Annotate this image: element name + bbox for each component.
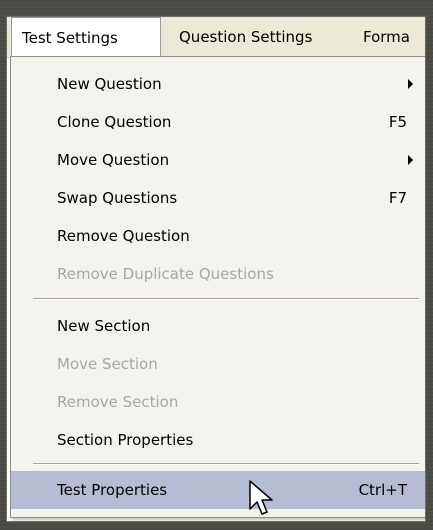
menu-item-section-properties[interactable]: Section Properties [11,421,425,459]
menu-item-label: Test Properties [57,481,168,499]
submenu-arrow-icon [408,155,413,165]
menu-test-settings-label: Test Settings [22,29,118,47]
menu-item-new-question[interactable]: New Question [11,65,425,103]
mouse-pointer-icon [249,480,273,515]
app-window: Test Settings Question Settings Forma Ne… [6,16,426,522]
menu-item-label: Swap Questions [57,189,178,207]
menu-test-settings[interactable]: Test Settings [11,17,161,57]
menu-item-new-section[interactable]: New Section [11,307,425,345]
menu-item-clone-question[interactable]: Clone Question F5 [11,103,425,141]
menu-question-settings[interactable]: Question Settings [179,17,312,57]
menu-item-label: Clone Question [57,113,172,131]
menu-item-label: Move Question [57,151,170,169]
menu-item-shortcut: F5 [388,113,407,131]
menu-item-swap-questions[interactable]: Swap Questions F7 [11,179,425,217]
menu-item-test-properties[interactable]: Test Properties Ctrl+T [11,471,425,509]
test-settings-dropdown: New Question Clone Question F5 Move Ques… [10,56,425,518]
menu-item-move-question[interactable]: Move Question [11,141,425,179]
menu-item-remove-duplicate-questions: Remove Duplicate Questions [11,255,425,293]
menu-item-remove-question[interactable]: Remove Question [11,217,425,255]
menu-format[interactable]: Forma [363,17,410,57]
menu-item-remove-section: Remove Section [11,383,425,421]
submenu-arrow-icon [408,79,413,89]
menu-bar: Test Settings Question Settings Forma [7,17,425,58]
menu-item-label: Section Properties [57,431,194,449]
menu-item-label: Remove Duplicate Questions [57,265,274,283]
menu-question-settings-label: Question Settings [179,28,313,46]
menu-item-move-section: Move Section [11,345,425,383]
menu-separator [33,463,419,465]
menu-item-shortcut: F7 [388,189,407,207]
menu-item-label: Remove Section [57,393,179,411]
menu-format-label: Forma [363,28,410,46]
menu-item-label: Remove Question [57,227,190,245]
menu-item-label: New Question [57,75,162,93]
menu-separator [33,298,419,300]
menu-item-label: New Section [57,317,151,335]
menu-item-label: Move Section [57,355,158,373]
menu-item-shortcut: Ctrl+T [358,481,407,499]
